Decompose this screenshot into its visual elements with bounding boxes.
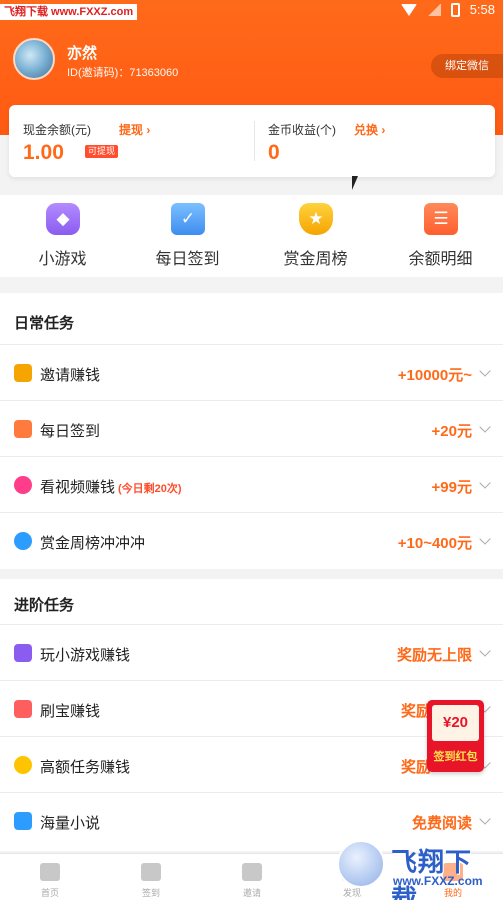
tab-invite[interactable]: 邀请	[202, 854, 302, 900]
section-title: 日常任务	[14, 315, 75, 332]
quick-bounty-ranking[interactable]: ★ 赏金周榜	[253, 195, 378, 277]
chevron-down-icon	[479, 533, 491, 545]
withdrawable-badge: 可提现	[85, 145, 119, 158]
red-packet-amount: ¥20	[432, 705, 479, 741]
chevron-down-icon	[479, 477, 491, 489]
quick-actions: ◆ 小游戏 ✓ 每日签到 ★ 赏金周榜 ☰ 余额明细	[0, 195, 503, 277]
watermark-label: 飞翔下载 www.FXXZ.com	[0, 4, 138, 20]
bind-wechat-button[interactable]: 绑定微信	[431, 54, 503, 78]
site-url: www.FXXZ.com	[393, 874, 483, 888]
task-reward: 奖励无上限	[396, 647, 472, 664]
avatar[interactable]	[13, 38, 55, 80]
gamepad-icon	[14, 644, 32, 662]
cash-label: 现金余额(元)	[23, 123, 91, 137]
task-label: 海量小说	[40, 815, 101, 832]
task-bounty-ranking[interactable]: 赏金周榜冲冲冲 +10~400元	[0, 512, 503, 568]
task-reward: +10000元~	[397, 367, 472, 384]
task-label: 邀请赚钱	[40, 367, 101, 384]
task-label: 高额任务赚钱	[40, 759, 131, 776]
task-label: 看视频赚钱 (今日剩20次)	[40, 479, 182, 496]
chevron-down-icon	[479, 813, 491, 825]
card-icon	[14, 700, 32, 718]
users-icon	[14, 364, 32, 382]
calendar-icon	[14, 420, 32, 438]
site-watermark: 飞翔下载 www.FXXZ.com	[335, 838, 497, 900]
status-icons: 5:58	[400, 2, 495, 17]
medal-icon	[14, 532, 32, 550]
home-icon	[40, 863, 60, 881]
site-logo-icon	[337, 840, 385, 888]
tab-home[interactable]: 首页	[0, 854, 100, 900]
clock: 5:58	[469, 2, 495, 17]
gamepad-icon: ◆	[46, 203, 80, 235]
task-invite[interactable]: 邀请赚钱 +10000元~	[0, 344, 503, 400]
task-label: 每日签到	[40, 423, 101, 440]
quick-balance-detail[interactable]: ☰ 余额明细	[378, 195, 503, 277]
tab-label: 首页	[40, 888, 59, 898]
red-packet-label: 签到红包	[433, 751, 478, 763]
task-reward: 免费阅读	[411, 815, 472, 832]
section-title: 进阶任务	[14, 597, 75, 614]
task-reward: +99元	[431, 479, 472, 496]
invite-icon	[242, 863, 262, 881]
quick-label: 小游戏	[38, 251, 87, 268]
chevron-down-icon	[479, 645, 491, 657]
exchange-link[interactable]: 兑换 ›	[354, 121, 385, 138]
withdraw-link[interactable]: 提现 ›	[119, 121, 150, 138]
cash-balance: 现金余额(元) 提现 › 1.00 可提现	[23, 105, 253, 177]
quick-label: 每日签到	[155, 251, 220, 268]
ledger-icon: ☰	[424, 203, 458, 235]
trophy-icon: ★	[299, 203, 333, 235]
coin-value: 0	[268, 141, 280, 164]
coin-balance: 金币收益(个) 兑换 › 0	[268, 105, 488, 177]
site-name: 飞翔下载	[391, 847, 473, 900]
tab-label: 签到	[141, 888, 160, 898]
tab-label: 邀请	[242, 888, 261, 898]
quick-label: 赏金周榜	[283, 251, 348, 268]
coin-label: 金币收益(个)	[268, 123, 336, 137]
task-label: 刷宝赚钱	[40, 703, 101, 720]
calendar-check-icon: ✓	[171, 203, 205, 235]
sign-icon	[141, 863, 161, 881]
divider	[254, 121, 255, 161]
user-id: ID(邀请码)：71363060	[67, 67, 179, 79]
quick-label: 余额明细	[408, 251, 473, 268]
chevron-down-icon	[479, 365, 491, 377]
battery-icon	[450, 2, 460, 17]
quick-mini-games[interactable]: ◆ 小游戏	[0, 195, 125, 277]
task-note: (今日剩20次)	[118, 483, 182, 495]
chevron-down-icon	[479, 421, 491, 433]
task-label: 赏金周榜冲冲冲	[40, 535, 146, 552]
book-icon	[14, 812, 32, 830]
mouse-cursor-icon	[352, 176, 358, 190]
task-label: 玩小游戏赚钱	[40, 647, 131, 664]
daily-tasks-section: 日常任务 邀请赚钱 +10000元~ 每日签到 +20元 看视频赚钱 (今日剩20…	[0, 293, 503, 569]
tab-sign[interactable]: 签到	[101, 854, 201, 900]
play-icon	[14, 476, 32, 494]
status-bar: 飞翔下载 www.FXXZ.com 5:58	[0, 0, 503, 24]
sign-red-packet[interactable]: ¥20 签到红包	[427, 700, 484, 772]
pacman-icon	[14, 756, 32, 774]
wifi-icon	[400, 3, 417, 16]
task-reward: +20元	[431, 423, 472, 440]
balance-card: 现金余额(元) 提现 › 1.00 可提现 金币收益(个) 兑换 › 0	[9, 105, 495, 177]
signal-icon	[426, 3, 441, 16]
quick-daily-sign[interactable]: ✓ 每日签到	[125, 195, 250, 277]
task-watch-video[interactable]: 看视频赚钱 (今日剩20次) +99元	[0, 456, 503, 512]
task-mini-games[interactable]: 玩小游戏赚钱 奖励无上限	[0, 624, 503, 680]
username: 亦然	[67, 45, 98, 62]
task-reward: +10~400元	[397, 535, 472, 552]
task-daily-sign[interactable]: 每日签到 +20元	[0, 400, 503, 456]
cash-value: 1.00	[23, 141, 64, 164]
